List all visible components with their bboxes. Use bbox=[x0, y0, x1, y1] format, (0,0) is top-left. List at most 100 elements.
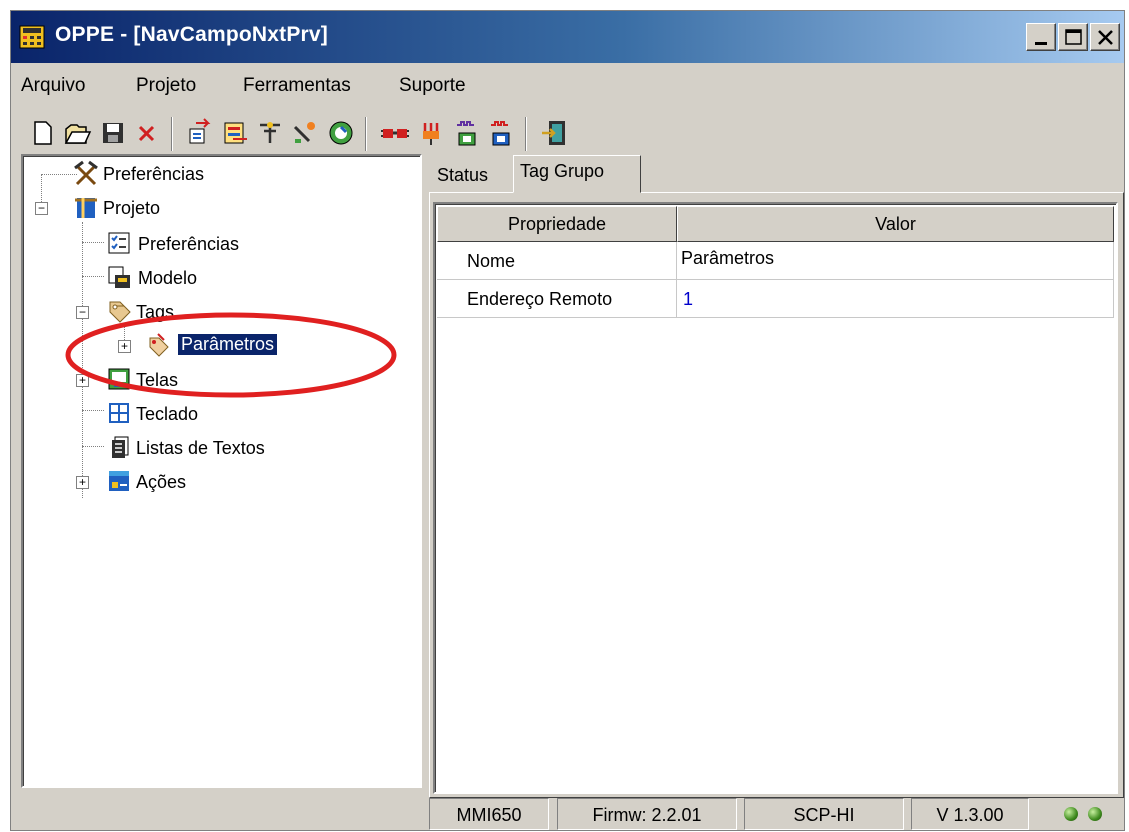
maximize-icon bbox=[1065, 29, 1082, 45]
save-icon bbox=[103, 123, 123, 143]
expand-toggle-acoes[interactable]: + bbox=[76, 476, 89, 489]
tab-content: Propriedade Valor Nome Parâmetros Endere… bbox=[429, 192, 1124, 798]
tools-crossed-icon bbox=[73, 160, 99, 186]
minimize-icon bbox=[1035, 42, 1047, 45]
exit-button[interactable] bbox=[539, 117, 571, 149]
column-header-propriedade[interactable]: Propriedade bbox=[437, 206, 677, 242]
properties-panel: Status Tag Grupo Propriedade Valor Nome … bbox=[429, 154, 1124, 804]
status-bar: MMI650 Firmw: 2.2.01 SCP-HI V 1.3.00 bbox=[11, 794, 1124, 832]
delete-button[interactable] bbox=[131, 117, 163, 149]
menu-ferramentas[interactable]: Ferramentas bbox=[243, 75, 351, 97]
exit-icon bbox=[542, 121, 565, 145]
property-value-endereco-remoto[interactable]: 1 bbox=[677, 280, 1114, 318]
toolbar-separator bbox=[525, 117, 527, 151]
upload-icon bbox=[491, 121, 510, 146]
new-icon bbox=[34, 121, 52, 145]
project-icon bbox=[73, 194, 99, 220]
tree-label: Teclado bbox=[136, 404, 199, 424]
connect-icon bbox=[381, 129, 409, 138]
save-button[interactable] bbox=[97, 117, 129, 149]
close-button[interactable] bbox=[1090, 23, 1120, 51]
property-value-nome[interactable]: Parâmetros bbox=[677, 242, 1114, 280]
project-tree[interactable]: Preferências − Projeto Preferências Mode… bbox=[21, 154, 422, 788]
property-name-endereco-remoto: Endereço Remoto bbox=[437, 280, 677, 318]
model-icon bbox=[106, 264, 132, 290]
delete-icon bbox=[138, 125, 155, 142]
status-firmware: Firmw: 2.2.01 bbox=[557, 798, 737, 830]
plug-button[interactable] bbox=[415, 117, 447, 149]
tree-item-modelo[interactable]: Modelo bbox=[106, 264, 306, 292]
menu-arquivo[interactable]: Arquivo bbox=[21, 75, 85, 97]
export-icon bbox=[224, 122, 247, 144]
property-value-text: Parâmetros bbox=[681, 248, 775, 268]
tree-item-preferencias-root[interactable]: Preferências bbox=[73, 160, 293, 188]
tree-item-parametros[interactable]: Parâmetros bbox=[146, 332, 346, 360]
upload-button[interactable] bbox=[485, 117, 517, 149]
app-calculator-icon bbox=[19, 25, 45, 49]
config-button[interactable] bbox=[289, 117, 321, 149]
tree-label: Listas de Textos bbox=[136, 438, 265, 458]
status-protocol: SCP-HI bbox=[744, 798, 904, 830]
tree-item-projeto[interactable]: Projeto bbox=[73, 194, 293, 222]
status-led-icon bbox=[1088, 807, 1102, 821]
title-bar[interactable]: OPPE - [NavCampoNxtPrv] bbox=[11, 11, 1124, 63]
tags-icon bbox=[106, 298, 132, 324]
refresh-button[interactable] bbox=[325, 117, 357, 149]
tree-item-listas-de-textos[interactable]: Listas de Textos bbox=[106, 434, 366, 462]
menu-projeto[interactable]: Projeto bbox=[136, 75, 196, 97]
status-version: V 1.3.00 bbox=[911, 798, 1029, 830]
expand-toggle-telas[interactable]: + bbox=[76, 374, 89, 387]
status-model: MMI650 bbox=[429, 798, 549, 830]
download-button[interactable] bbox=[451, 117, 483, 149]
tab-label: Status bbox=[437, 165, 489, 185]
open-icon bbox=[64, 124, 92, 144]
tree-label: Ações bbox=[136, 472, 187, 492]
close-icon bbox=[1098, 30, 1113, 45]
menu-suporte[interactable]: Suporte bbox=[399, 75, 466, 97]
tree-connector bbox=[82, 276, 104, 277]
tree-label-selected: Parâmetros bbox=[176, 333, 279, 356]
download-icon bbox=[457, 121, 476, 146]
status-led-icon bbox=[1064, 807, 1078, 821]
tab-tag-grupo[interactable]: Tag Grupo bbox=[513, 155, 641, 193]
tree-item-preferencias[interactable]: Preferências bbox=[106, 230, 346, 258]
tab-status[interactable]: Status bbox=[431, 160, 513, 192]
tree-item-telas[interactable]: Telas bbox=[106, 366, 306, 394]
plug-icon bbox=[423, 123, 439, 145]
tree-connector bbox=[82, 410, 104, 411]
checklist-icon bbox=[106, 230, 132, 256]
column-header-valor[interactable]: Valor bbox=[677, 206, 1114, 242]
refresh-icon bbox=[329, 121, 353, 145]
expand-toggle-parametros[interactable]: + bbox=[118, 340, 131, 353]
property-name-nome: Nome bbox=[437, 242, 677, 280]
tools-button[interactable] bbox=[254, 117, 286, 149]
property-grid[interactable]: Propriedade Valor Nome Parâmetros Endere… bbox=[433, 202, 1118, 794]
export-button[interactable] bbox=[219, 117, 251, 149]
connect-button[interactable] bbox=[379, 117, 411, 149]
minimize-button[interactable] bbox=[1026, 23, 1056, 51]
tree-item-teclado[interactable]: Teclado bbox=[106, 400, 306, 428]
import-button[interactable] bbox=[184, 117, 216, 149]
window-title: OPPE - [NavCampoNxtPrv] bbox=[55, 23, 328, 46]
tree-label: Telas bbox=[136, 370, 179, 390]
import-icon bbox=[189, 118, 211, 144]
keypad-icon bbox=[106, 400, 132, 426]
new-file-button[interactable] bbox=[27, 117, 59, 149]
tree-item-tags[interactable]: Tags bbox=[106, 298, 306, 326]
toolbar bbox=[11, 109, 1124, 159]
collapse-toggle-tags[interactable]: − bbox=[76, 306, 89, 319]
tag-group-icon bbox=[146, 332, 172, 358]
actions-icon bbox=[106, 468, 132, 494]
text-lists-icon bbox=[106, 434, 132, 460]
open-file-button[interactable] bbox=[61, 117, 93, 149]
tree-label: Preferências bbox=[138, 234, 240, 254]
tree-connector bbox=[82, 446, 104, 447]
tree-label: Tags bbox=[136, 302, 175, 322]
maximize-button[interactable] bbox=[1058, 23, 1088, 51]
collapse-toggle-projeto[interactable]: − bbox=[35, 202, 48, 215]
tree-connector bbox=[41, 174, 77, 175]
menu-bar: Arquivo Projeto Ferramentas Suporte bbox=[11, 63, 1124, 109]
screens-icon bbox=[106, 366, 132, 392]
tree-item-acoes[interactable]: Ações bbox=[106, 468, 306, 496]
tree-label: Preferências bbox=[103, 164, 205, 184]
